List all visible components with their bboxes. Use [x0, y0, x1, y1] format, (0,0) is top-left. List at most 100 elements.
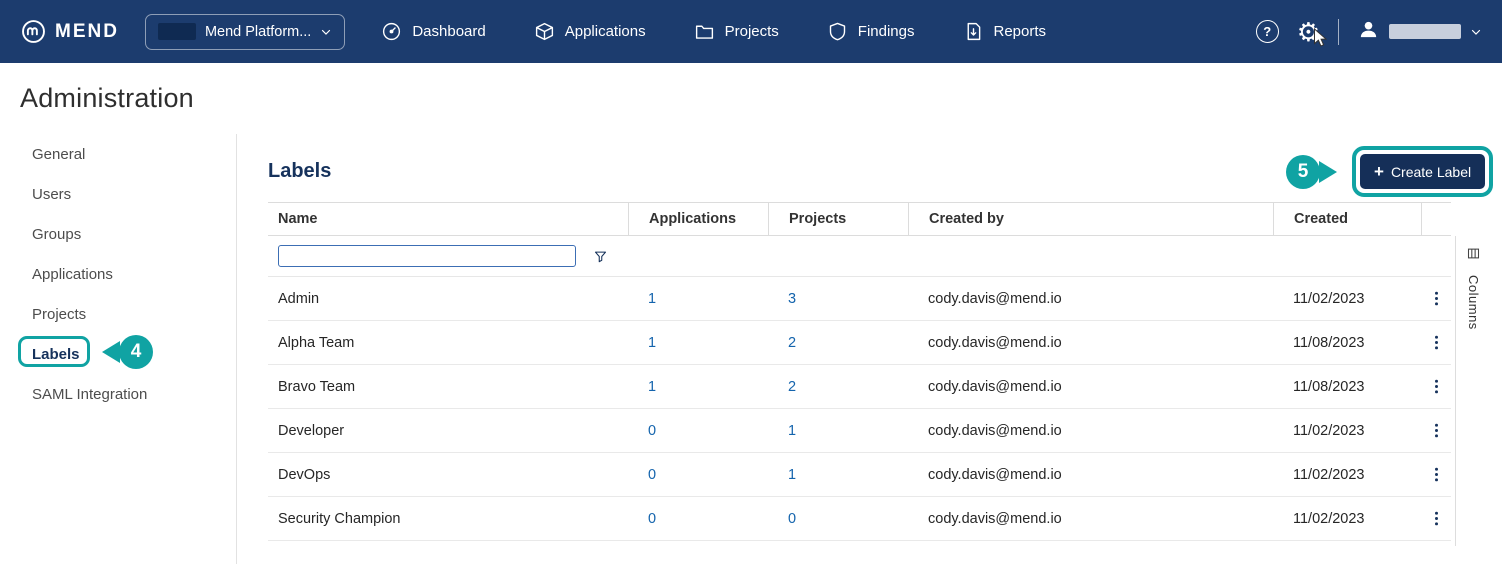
- help-button[interactable]: ?: [1255, 20, 1279, 43]
- labels-heading: Labels: [268, 160, 332, 182]
- table-row: Admin 1 3 cody.davis@mend.io 11/02/2023: [268, 277, 1451, 321]
- created-date: 11/02/2023: [1293, 466, 1365, 483]
- created-date: 11/02/2023: [1293, 422, 1365, 439]
- applications-count-link[interactable]: 1: [648, 379, 656, 395]
- help-icon: ?: [1255, 20, 1279, 43]
- sidebar-item-saml-integration[interactable]: SAML Integration: [0, 374, 236, 414]
- created-by: cody.davis@mend.io: [928, 466, 1062, 483]
- column-header-created-by[interactable]: Created by: [908, 203, 1273, 235]
- filter-funnel-icon[interactable]: [593, 249, 608, 264]
- label-name: DevOps: [278, 466, 331, 483]
- nav-item-applications[interactable]: Applications: [534, 21, 646, 42]
- sidebar-item-label: Applications: [32, 265, 113, 283]
- row-menu-button[interactable]: [1428, 290, 1445, 307]
- nav-item-label: Applications: [564, 23, 646, 40]
- navbar-right: ? ⚙: [1255, 18, 1482, 47]
- projects-count-link[interactable]: 2: [788, 335, 796, 351]
- mend-logo-icon: [20, 18, 47, 45]
- created-date: 11/02/2023: [1293, 290, 1365, 307]
- name-filter-input[interactable]: [278, 245, 576, 267]
- sidebar-item-label: Labels: [32, 345, 80, 363]
- brand[interactable]: MEND: [20, 18, 119, 45]
- sidebar-item-applications[interactable]: Applications: [0, 254, 236, 294]
- filter-row: [268, 236, 1451, 277]
- row-menu-button[interactable]: [1428, 510, 1445, 527]
- redacted-user-name: [1389, 24, 1461, 39]
- applications-count-link[interactable]: 1: [648, 291, 656, 307]
- created-by: cody.davis@mend.io: [928, 290, 1062, 307]
- sidebar-item-label: Groups: [32, 225, 82, 243]
- applications-count-link[interactable]: 0: [648, 467, 656, 483]
- created-by: cody.davis@mend.io: [928, 378, 1062, 395]
- settings-button[interactable]: ⚙: [1297, 19, 1328, 47]
- sidebar-item-groups[interactable]: Groups: [0, 214, 236, 254]
- row-menu-button[interactable]: [1428, 334, 1445, 351]
- label-name: Security Champion: [278, 510, 401, 527]
- label-name: Admin: [278, 290, 320, 307]
- column-header-created[interactable]: Created: [1273, 203, 1421, 235]
- columns-panel-toggle[interactable]: Columns: [1455, 236, 1491, 546]
- mend-admin-app: MEND Mend Platform... Dashboard Applicat…: [0, 0, 1502, 564]
- column-header-applications[interactable]: Applications: [628, 203, 768, 235]
- projects-icon: [694, 21, 715, 42]
- brand-name: MEND: [55, 20, 119, 42]
- page-title: Administration: [20, 83, 194, 113]
- sidebar-item-users[interactable]: Users: [0, 174, 236, 214]
- user-icon: [1357, 18, 1380, 46]
- sidebar-item-general[interactable]: General: [0, 134, 236, 174]
- chevron-down-icon: [320, 26, 332, 38]
- top-navbar: MEND Mend Platform... Dashboard Applicat…: [0, 0, 1502, 63]
- label-name: Developer: [278, 422, 345, 439]
- created-date: 11/08/2023: [1293, 334, 1365, 351]
- org-selector-label: Mend Platform...: [204, 23, 312, 40]
- nav-item-projects[interactable]: Projects: [694, 21, 779, 42]
- row-menu-button[interactable]: [1428, 422, 1445, 439]
- created-by: cody.davis@mend.io: [928, 510, 1062, 527]
- applications-count-link[interactable]: 0: [648, 423, 656, 439]
- create-label-button-label: Create Label: [1390, 163, 1472, 180]
- nav-item-label: Findings: [857, 23, 915, 40]
- redacted-org-name: [157, 23, 196, 40]
- nav-item-findings[interactable]: Findings: [827, 21, 915, 42]
- projects-count-link[interactable]: 2: [788, 379, 796, 395]
- projects-count-link[interactable]: 0: [788, 511, 796, 527]
- label-name: Bravo Team: [278, 378, 356, 395]
- annotation-step-number: 5: [1297, 161, 1309, 182]
- table-row: DevOps 0 1 cody.davis@mend.io 11/02/2023: [268, 453, 1451, 497]
- column-header-projects[interactable]: Projects: [768, 203, 908, 235]
- sidebar-item-projects[interactable]: Projects: [0, 294, 236, 334]
- nav-item-label: Projects: [724, 23, 779, 40]
- nav-item-dashboard[interactable]: Dashboard: [381, 21, 486, 42]
- chevron-down-icon: [1470, 26, 1482, 38]
- org-selector-dropdown[interactable]: Mend Platform...: [144, 13, 346, 50]
- row-menu-button[interactable]: [1428, 466, 1445, 483]
- page-header: Administration: [0, 63, 1502, 134]
- projects-count-link[interactable]: 1: [788, 423, 796, 439]
- columns-strip-label: Columns: [1466, 275, 1481, 330]
- create-label-button[interactable]: + Create Label: [1360, 154, 1486, 189]
- annotation-highlight-create-button: + Create Label: [1352, 146, 1494, 197]
- projects-count-link[interactable]: 3: [788, 291, 796, 307]
- annotation-step-number: 4: [130, 341, 142, 362]
- reports-icon: [963, 21, 984, 42]
- applications-count-link[interactable]: 1: [648, 335, 656, 351]
- created-date: 11/08/2023: [1293, 378, 1365, 395]
- sidebar-item-label: Projects: [32, 305, 87, 323]
- column-header-name[interactable]: Name: [268, 203, 628, 235]
- row-menu-button[interactable]: [1428, 378, 1445, 395]
- applications-icon: [534, 21, 555, 42]
- navbar-divider: [1338, 18, 1339, 45]
- created-by: cody.davis@mend.io: [928, 334, 1062, 351]
- table-header-row: Name Applications Projects Created by Cr…: [268, 202, 1451, 236]
- nav-item-label: Reports: [993, 23, 1047, 40]
- projects-count-link[interactable]: 1: [788, 467, 796, 483]
- user-menu[interactable]: [1357, 18, 1482, 46]
- mouse-cursor: [1314, 27, 1328, 47]
- nav-item-reports[interactable]: Reports: [963, 21, 1047, 42]
- created-by: cody.davis@mend.io: [928, 422, 1062, 439]
- applications-count-link[interactable]: 0: [648, 511, 656, 527]
- annotation-arrow-right: [1319, 161, 1337, 183]
- labels-page: Labels Name Applications Projects Create…: [238, 134, 1502, 564]
- table-row: Developer 0 1 cody.davis@mend.io 11/02/2…: [268, 409, 1451, 453]
- annotation-step-4: 4: [102, 335, 153, 369]
